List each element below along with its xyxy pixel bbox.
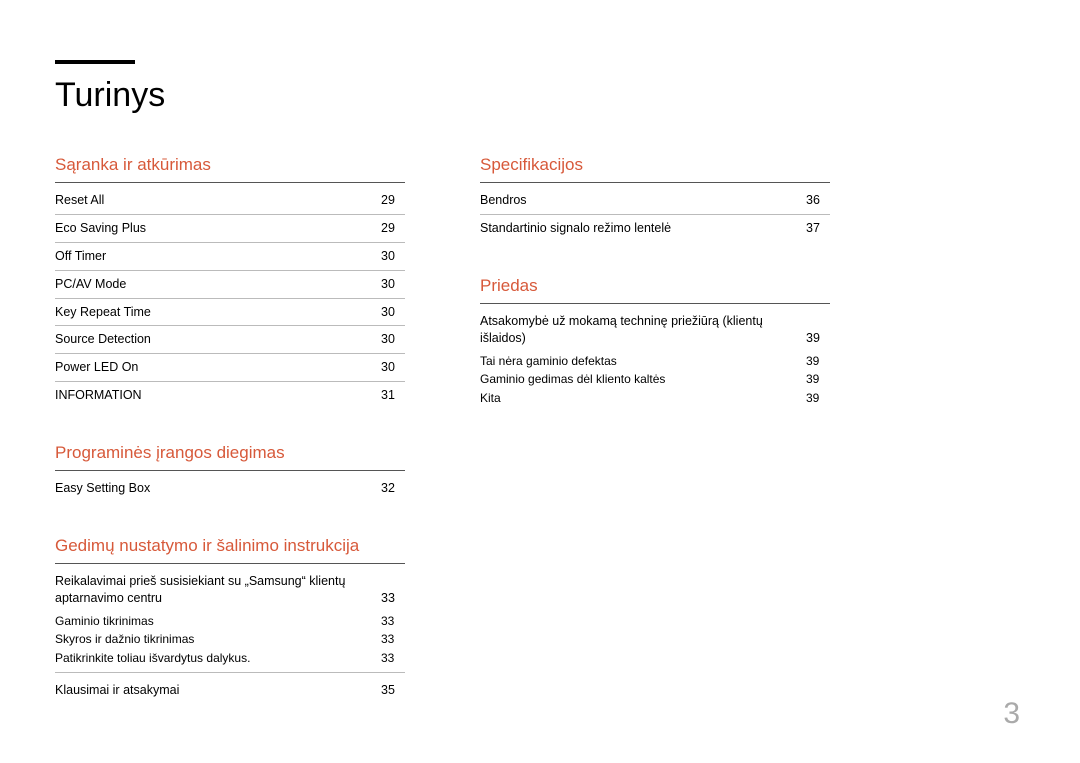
toc-column: SpecifikacijosBendros36Standartinio sign… — [480, 155, 830, 738]
toc-entry-label: Standartinio signalo režimo lentelė — [480, 220, 806, 237]
toc-subentry[interactable]: Tai nėra gaminio defektas39 — [480, 352, 830, 371]
toc-entry-label: Easy Setting Box — [55, 480, 381, 497]
section-heading[interactable]: Priedas — [480, 276, 830, 304]
toc-entry-page: 35 — [381, 682, 405, 699]
section-heading[interactable]: Specifikacijos — [480, 155, 830, 183]
toc-column: Sąranka ir atkūrimasReset All29Eco Savin… — [55, 155, 405, 738]
section-heading[interactable]: Gedimų nustatymo ir šalinimo instrukcija — [55, 536, 405, 564]
toc-subentry-label: Patikrinkite toliau išvardytus dalykus. — [55, 650, 381, 667]
toc-entry[interactable]: Key Repeat Time30 — [55, 299, 405, 327]
toc-entry[interactable]: Off Timer30 — [55, 243, 405, 271]
toc-entry-label: Reikalavimai prieš susisiekiant su „Sams… — [55, 573, 381, 607]
toc-entry[interactable]: Standartinio signalo režimo lentelė37 — [480, 215, 830, 242]
page-number: 3 — [1003, 697, 1020, 731]
divider — [55, 672, 405, 673]
toc-entry-page: 30 — [381, 359, 405, 376]
toc-entry-page: 30 — [381, 331, 405, 348]
page-title: Turinys — [55, 76, 1025, 115]
toc-entry-label: Eco Saving Plus — [55, 220, 381, 237]
toc-subentry-page: 39 — [806, 371, 830, 388]
toc-entry-page: 36 — [806, 192, 830, 209]
toc-subentry-page: 33 — [381, 613, 405, 630]
section-heading[interactable]: Programinės įrangos diegimas — [55, 443, 405, 471]
toc-entry-label: Source Detection — [55, 331, 381, 348]
toc-entry-page: 30 — [381, 304, 405, 321]
toc-entry-page: 29 — [381, 192, 405, 209]
toc-entry-label: Power LED On — [55, 359, 381, 376]
toc-subentry[interactable]: Kita39 — [480, 389, 830, 408]
toc-subentry-label: Tai nėra gaminio defektas — [480, 353, 806, 370]
toc-entry[interactable]: Atsakomybė už mokamą techninę priežiūrą … — [480, 308, 830, 352]
toc-subentry-label: Gaminio tikrinimas — [55, 613, 381, 630]
toc-subentry[interactable]: Gaminio tikrinimas33 — [55, 612, 405, 631]
toc-entry-page: 33 — [381, 590, 405, 607]
toc-subentry[interactable]: Gaminio gedimas dėl kliento kaltės39 — [480, 370, 830, 389]
toc-section: Sąranka ir atkūrimasReset All29Eco Savin… — [55, 155, 405, 409]
toc-section: Priedas Atsakomybė už mokamą techninę pri… — [480, 276, 830, 408]
toc-entry[interactable]: Source Detection30 — [55, 326, 405, 354]
toc-entry[interactable]: Bendros36 — [480, 187, 830, 215]
toc-entry-page: 30 — [381, 276, 405, 293]
toc-entry-label: Key Repeat Time — [55, 304, 381, 321]
toc-entry-page: 31 — [381, 387, 405, 404]
page-container: Turinys Sąranka ir atkūrimasReset All29E… — [0, 0, 1080, 763]
toc-entry-page: 37 — [806, 220, 830, 237]
toc-entry[interactable]: Reikalavimai prieš susisiekiant su „Sams… — [55, 568, 405, 612]
toc-columns: Sąranka ir atkūrimasReset All29Eco Savin… — [55, 155, 1025, 738]
toc-entry[interactable]: Klausimai ir atsakymai35 — [55, 677, 405, 704]
toc-entry-label: Atsakomybė už mokamą techninę priežiūrą … — [480, 313, 806, 347]
toc-section: SpecifikacijosBendros36Standartinio sign… — [480, 155, 830, 242]
toc-subentry-label: Gaminio gedimas dėl kliento kaltės — [480, 371, 806, 388]
toc-entry-label: INFORMATION — [55, 387, 381, 404]
toc-subentry-label: Kita — [480, 390, 806, 407]
toc-entry[interactable]: PC/AV Mode30 — [55, 271, 405, 299]
toc-entry-label: Bendros — [480, 192, 806, 209]
toc-entry[interactable]: Power LED On30 — [55, 354, 405, 382]
toc-subentry[interactable]: Skyros ir dažnio tikrinimas33 — [55, 630, 405, 649]
toc-subentry-page: 33 — [381, 631, 405, 648]
toc-subentry-page: 39 — [806, 390, 830, 407]
toc-entry-page: 30 — [381, 248, 405, 265]
toc-entry-label: Reset All — [55, 192, 381, 209]
toc-section: Programinės įrangos diegimas Easy Setting… — [55, 443, 405, 502]
toc-section: Gedimų nustatymo ir šalinimo instrukcija… — [55, 536, 405, 704]
toc-subentry-label: Skyros ir dažnio tikrinimas — [55, 631, 381, 648]
toc-entry-label: Off Timer — [55, 248, 381, 265]
toc-entry-page: 39 — [806, 330, 830, 347]
toc-entry[interactable]: Reset All29 — [55, 187, 405, 215]
toc-subentry-page: 39 — [806, 353, 830, 370]
toc-entry[interactable]: Eco Saving Plus29 — [55, 215, 405, 243]
toc-entry[interactable]: Easy Setting Box32 — [55, 475, 405, 502]
toc-entry-label: PC/AV Mode — [55, 276, 381, 293]
toc-entry-page: 29 — [381, 220, 405, 237]
toc-entry-page: 32 — [381, 480, 405, 497]
toc-entry-label: Klausimai ir atsakymai — [55, 682, 381, 699]
toc-subentry-page: 33 — [381, 650, 405, 667]
title-rule — [55, 60, 135, 64]
toc-entry[interactable]: INFORMATION31 — [55, 382, 405, 409]
section-heading[interactable]: Sąranka ir atkūrimas — [55, 155, 405, 183]
toc-subentry[interactable]: Patikrinkite toliau išvardytus dalykus.3… — [55, 649, 405, 668]
